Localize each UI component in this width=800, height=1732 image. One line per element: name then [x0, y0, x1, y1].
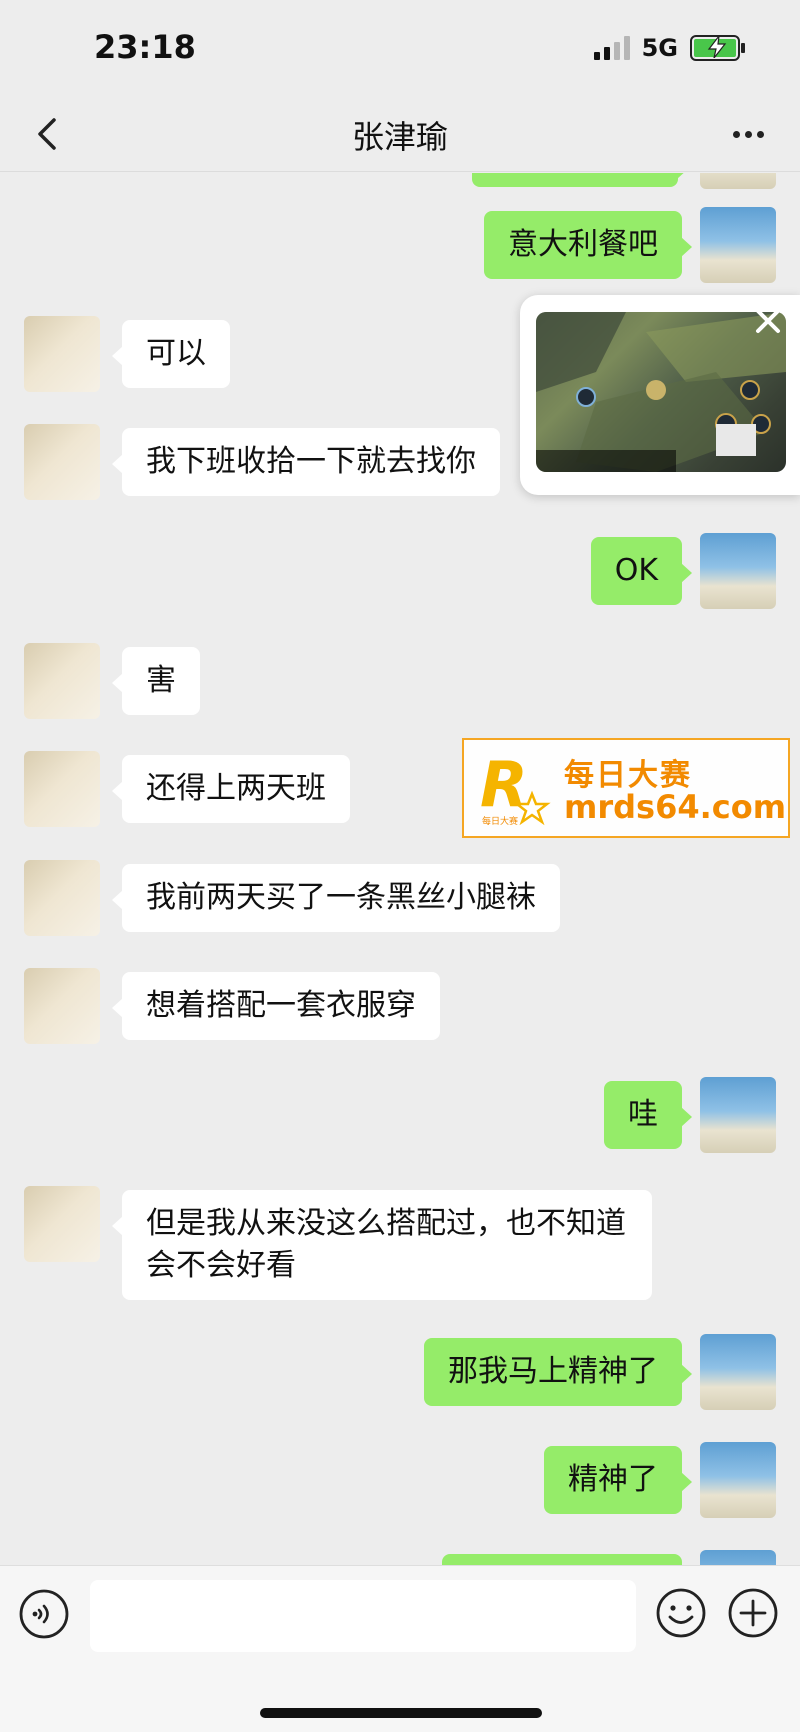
more-actions-button[interactable]	[726, 1586, 780, 1640]
message-row: 想着搭配一套衣服穿	[0, 968, 800, 1048]
message-bubble[interactable]: 我前两天买了一条黑丝小腿袜	[112, 864, 560, 932]
message-bubble-partial[interactable]	[472, 173, 688, 187]
avatar-contact[interactable]	[24, 643, 100, 719]
avatar-contact[interactable]	[24, 1186, 100, 1262]
input-bar	[0, 1565, 800, 1732]
message-row-partial	[0, 1550, 800, 1565]
voice-button[interactable]	[18, 1588, 70, 1640]
message-bubble[interactable]: OK	[590, 537, 693, 605]
avatar-self[interactable]	[700, 533, 776, 609]
game-screen[interactable]	[536, 312, 786, 472]
battery-icon	[690, 35, 745, 61]
emoji-icon	[656, 1588, 706, 1638]
status-time: 23:18	[94, 28, 196, 66]
message-row: 那我马上精神了	[0, 1334, 800, 1414]
avatar-contact[interactable]	[24, 860, 100, 936]
watermark-banner: R 每日大赛 每日大赛 mrds64.com	[462, 738, 790, 838]
avatar-self[interactable]	[700, 1334, 776, 1410]
ellipsis-icon	[732, 130, 740, 138]
plus-icon	[728, 1588, 778, 1638]
status-bar: 23:18 5G	[0, 0, 800, 96]
message-row: 精神了	[0, 1442, 800, 1522]
message-bubble[interactable]: 害	[112, 647, 200, 715]
avatar-contact[interactable]	[24, 424, 100, 500]
message-bubble[interactable]: 哇	[604, 1081, 692, 1149]
message-row: 但是我从来没这么搭配过，也不知道会不会好看	[0, 1186, 800, 1306]
close-icon	[756, 309, 780, 333]
avatar-contact[interactable]	[24, 751, 100, 827]
home-indicator[interactable]	[260, 1708, 542, 1718]
message-row: 我前两天买了一条黑丝小腿袜	[0, 860, 800, 940]
message-row: 害	[0, 643, 800, 723]
avatar-contact[interactable]	[24, 968, 100, 1044]
message-bubble[interactable]: 可以	[112, 320, 230, 388]
message-bubble[interactable]: 但是我从来没这么搭配过，也不知道会不会好看	[112, 1190, 652, 1300]
message-row: 哇	[0, 1077, 800, 1157]
watermark-logo-icon: R 每日大赛	[480, 750, 551, 827]
avatar-self[interactable]	[700, 1077, 776, 1153]
close-button[interactable]	[750, 303, 786, 339]
avatar-self[interactable]	[700, 1442, 776, 1518]
avatar-self[interactable]	[700, 173, 776, 189]
network-type: 5G	[641, 34, 678, 62]
avatar-self[interactable]	[700, 1550, 776, 1565]
chat-header: 张津瑜	[0, 96, 800, 172]
message-input[interactable]	[90, 1580, 636, 1652]
message-row: OK	[0, 533, 800, 613]
voice-icon	[19, 1589, 69, 1639]
watermark-url: mrds64.com	[564, 788, 787, 826]
avatar-self[interactable]	[700, 207, 776, 283]
status-icons: 5G	[593, 34, 745, 62]
message-row-partial	[0, 173, 800, 193]
more-button[interactable]	[724, 110, 772, 158]
chat-title: 张津瑜	[351, 118, 448, 156]
message-bubble[interactable]: 那我马上精神了	[424, 1338, 692, 1406]
svg-text:每日大赛: 每日大赛	[482, 815, 518, 827]
svg-text:R: R	[480, 750, 528, 821]
message-bubble[interactable]: 我下班收拾一下就去找你	[112, 428, 500, 496]
signal-icon	[593, 36, 630, 60]
message-bubble[interactable]: 想着搭配一套衣服穿	[112, 972, 440, 1040]
emoji-button[interactable]	[654, 1586, 708, 1640]
message-bubble[interactable]: 还得上两天班	[112, 755, 350, 823]
game-scene-icon	[536, 312, 786, 472]
message-row: 意大利餐吧	[0, 207, 800, 287]
message-bubble[interactable]: 精神了	[544, 1446, 692, 1514]
message-bubble[interactable]: 意大利餐吧	[484, 211, 692, 279]
avatar-contact[interactable]	[24, 316, 100, 392]
floating-video-window[interactable]	[520, 295, 800, 495]
message-bubble-partial[interactable]	[442, 1554, 682, 1565]
